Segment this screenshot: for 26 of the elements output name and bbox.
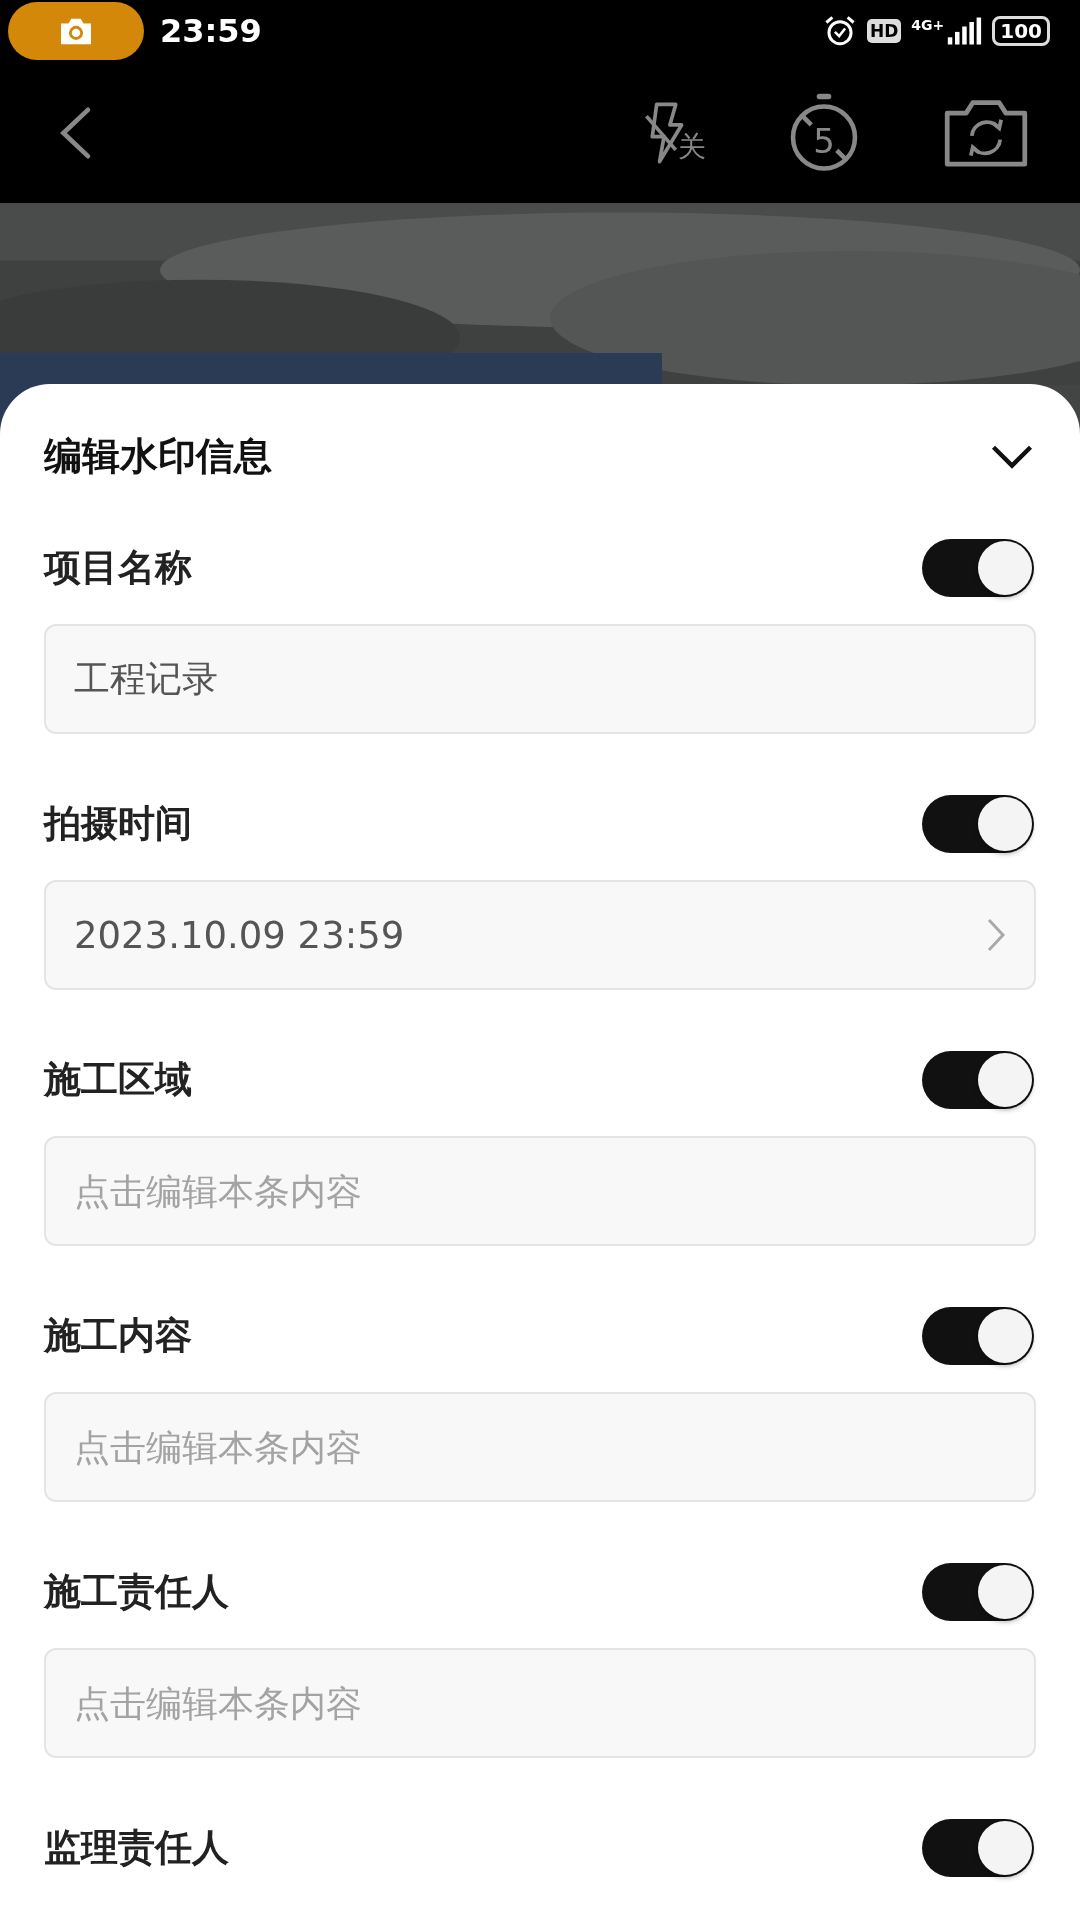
toggle-switch[interactable] (922, 1819, 1034, 1877)
signal-icon (946, 17, 983, 45)
toggle-switch[interactable] (922, 1563, 1034, 1621)
toggle-switch[interactable] (922, 539, 1034, 597)
camera-switch-icon[interactable] (942, 97, 1030, 168)
toggle-switch[interactable] (922, 1307, 1034, 1365)
network-type: 4G+ (911, 17, 945, 33)
clock-time: 23:59 (160, 12, 262, 50)
toggle-switch[interactable] (922, 795, 1034, 853)
time-picker-field[interactable]: 2023.10.09 23:59 (44, 880, 1036, 990)
text-input-field[interactable]: 工程记录 (44, 624, 1036, 734)
flash-off-button[interactable]: 关 (642, 99, 706, 166)
chevron-right-icon (986, 917, 1006, 953)
field-label: 施工区域 (44, 1057, 192, 1103)
hd-badge: HD (866, 19, 902, 43)
field-label: 施工内容 (44, 1313, 192, 1359)
field-label: 拍摄时间 (44, 801, 192, 847)
field-label: 监理责任人 (44, 1825, 229, 1871)
text-input-field[interactable]: 点击编辑本条内容 (44, 1136, 1036, 1246)
text-input-field[interactable]: 点击编辑本条内容 (44, 1648, 1036, 1758)
sheet-title: 编辑水印信息 (44, 432, 272, 480)
field-label: 施工责任人 (44, 1569, 229, 1615)
text-input-field[interactable]: 点击编辑本条内容 (44, 1392, 1036, 1502)
battery-level: 100 (992, 16, 1050, 46)
toggle-switch[interactable] (922, 1051, 1034, 1109)
field-label: 项目名称 (44, 545, 192, 591)
